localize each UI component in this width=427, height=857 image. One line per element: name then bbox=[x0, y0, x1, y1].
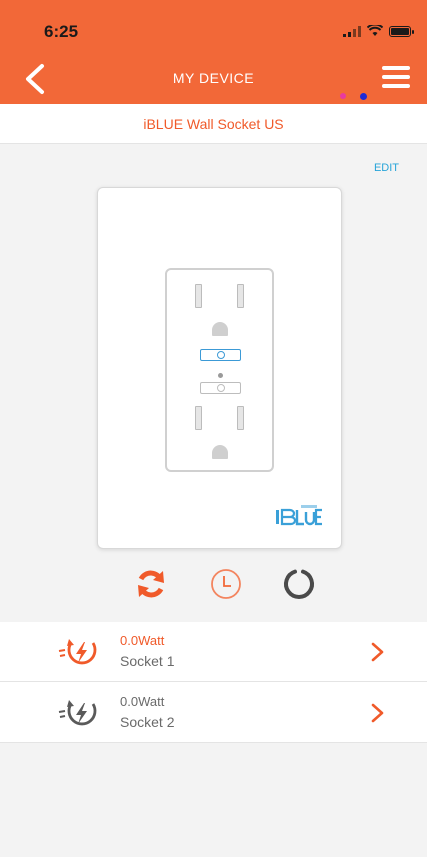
outlet-ground-hole bbox=[212, 322, 228, 336]
wall-plate-image bbox=[97, 187, 342, 549]
chevron-right-icon bbox=[371, 642, 384, 662]
ibl-brand-logo bbox=[276, 505, 322, 526]
status-time: 6:25 bbox=[44, 22, 79, 41]
device-preview-area: EDIT bbox=[0, 144, 427, 622]
menu-button[interactable] bbox=[382, 66, 410, 90]
device-controls bbox=[0, 567, 427, 607]
outlet-image bbox=[165, 268, 274, 472]
outlet-slot bbox=[237, 406, 244, 430]
outlet-slot bbox=[195, 406, 202, 430]
socket-1-name: Socket 1 bbox=[120, 653, 175, 669]
chevron-right-icon bbox=[371, 703, 384, 723]
power-button[interactable] bbox=[282, 567, 316, 601]
socket-1-indicator[interactable] bbox=[200, 349, 241, 361]
socket-row-2[interactable]: 0.0Watt Socket 2 bbox=[0, 683, 427, 743]
status-icons bbox=[343, 25, 414, 37]
page-indicator-dot bbox=[340, 93, 346, 99]
hamburger-menu-icon bbox=[382, 66, 410, 70]
device-name: iBLUE Wall Socket US bbox=[143, 116, 284, 132]
outlet-ground-hole bbox=[212, 445, 228, 459]
device-name-bar: iBLUE Wall Socket US bbox=[0, 104, 427, 144]
socket-2-name: Socket 2 bbox=[120, 714, 175, 730]
socket-1-power: 0.0Watt bbox=[120, 633, 165, 648]
socket-row-1[interactable]: 0.0Watt Socket 1 bbox=[0, 622, 427, 682]
battery-icon bbox=[389, 25, 414, 37]
app-header: 6:25 MY DEVICE bbox=[0, 0, 427, 104]
power-plug-icon bbox=[58, 700, 97, 726]
page-title: MY DEVICE bbox=[172, 70, 255, 86]
refresh-button[interactable] bbox=[134, 567, 168, 601]
empty-bottom-area bbox=[0, 743, 427, 857]
socket-2-power: 0.0Watt bbox=[120, 694, 165, 709]
edit-button[interactable]: EDIT bbox=[374, 162, 399, 174]
power-plug-icon bbox=[58, 639, 97, 665]
outlet-slot bbox=[195, 284, 202, 308]
wifi-icon bbox=[367, 25, 383, 36]
timer-button[interactable] bbox=[209, 567, 243, 601]
socket-2-indicator[interactable] bbox=[200, 382, 241, 394]
outlet-center-screw bbox=[218, 373, 223, 378]
outlet-slot bbox=[237, 284, 244, 308]
cellular-signal-icon bbox=[343, 25, 361, 37]
page-indicator-dot-active bbox=[360, 93, 367, 100]
